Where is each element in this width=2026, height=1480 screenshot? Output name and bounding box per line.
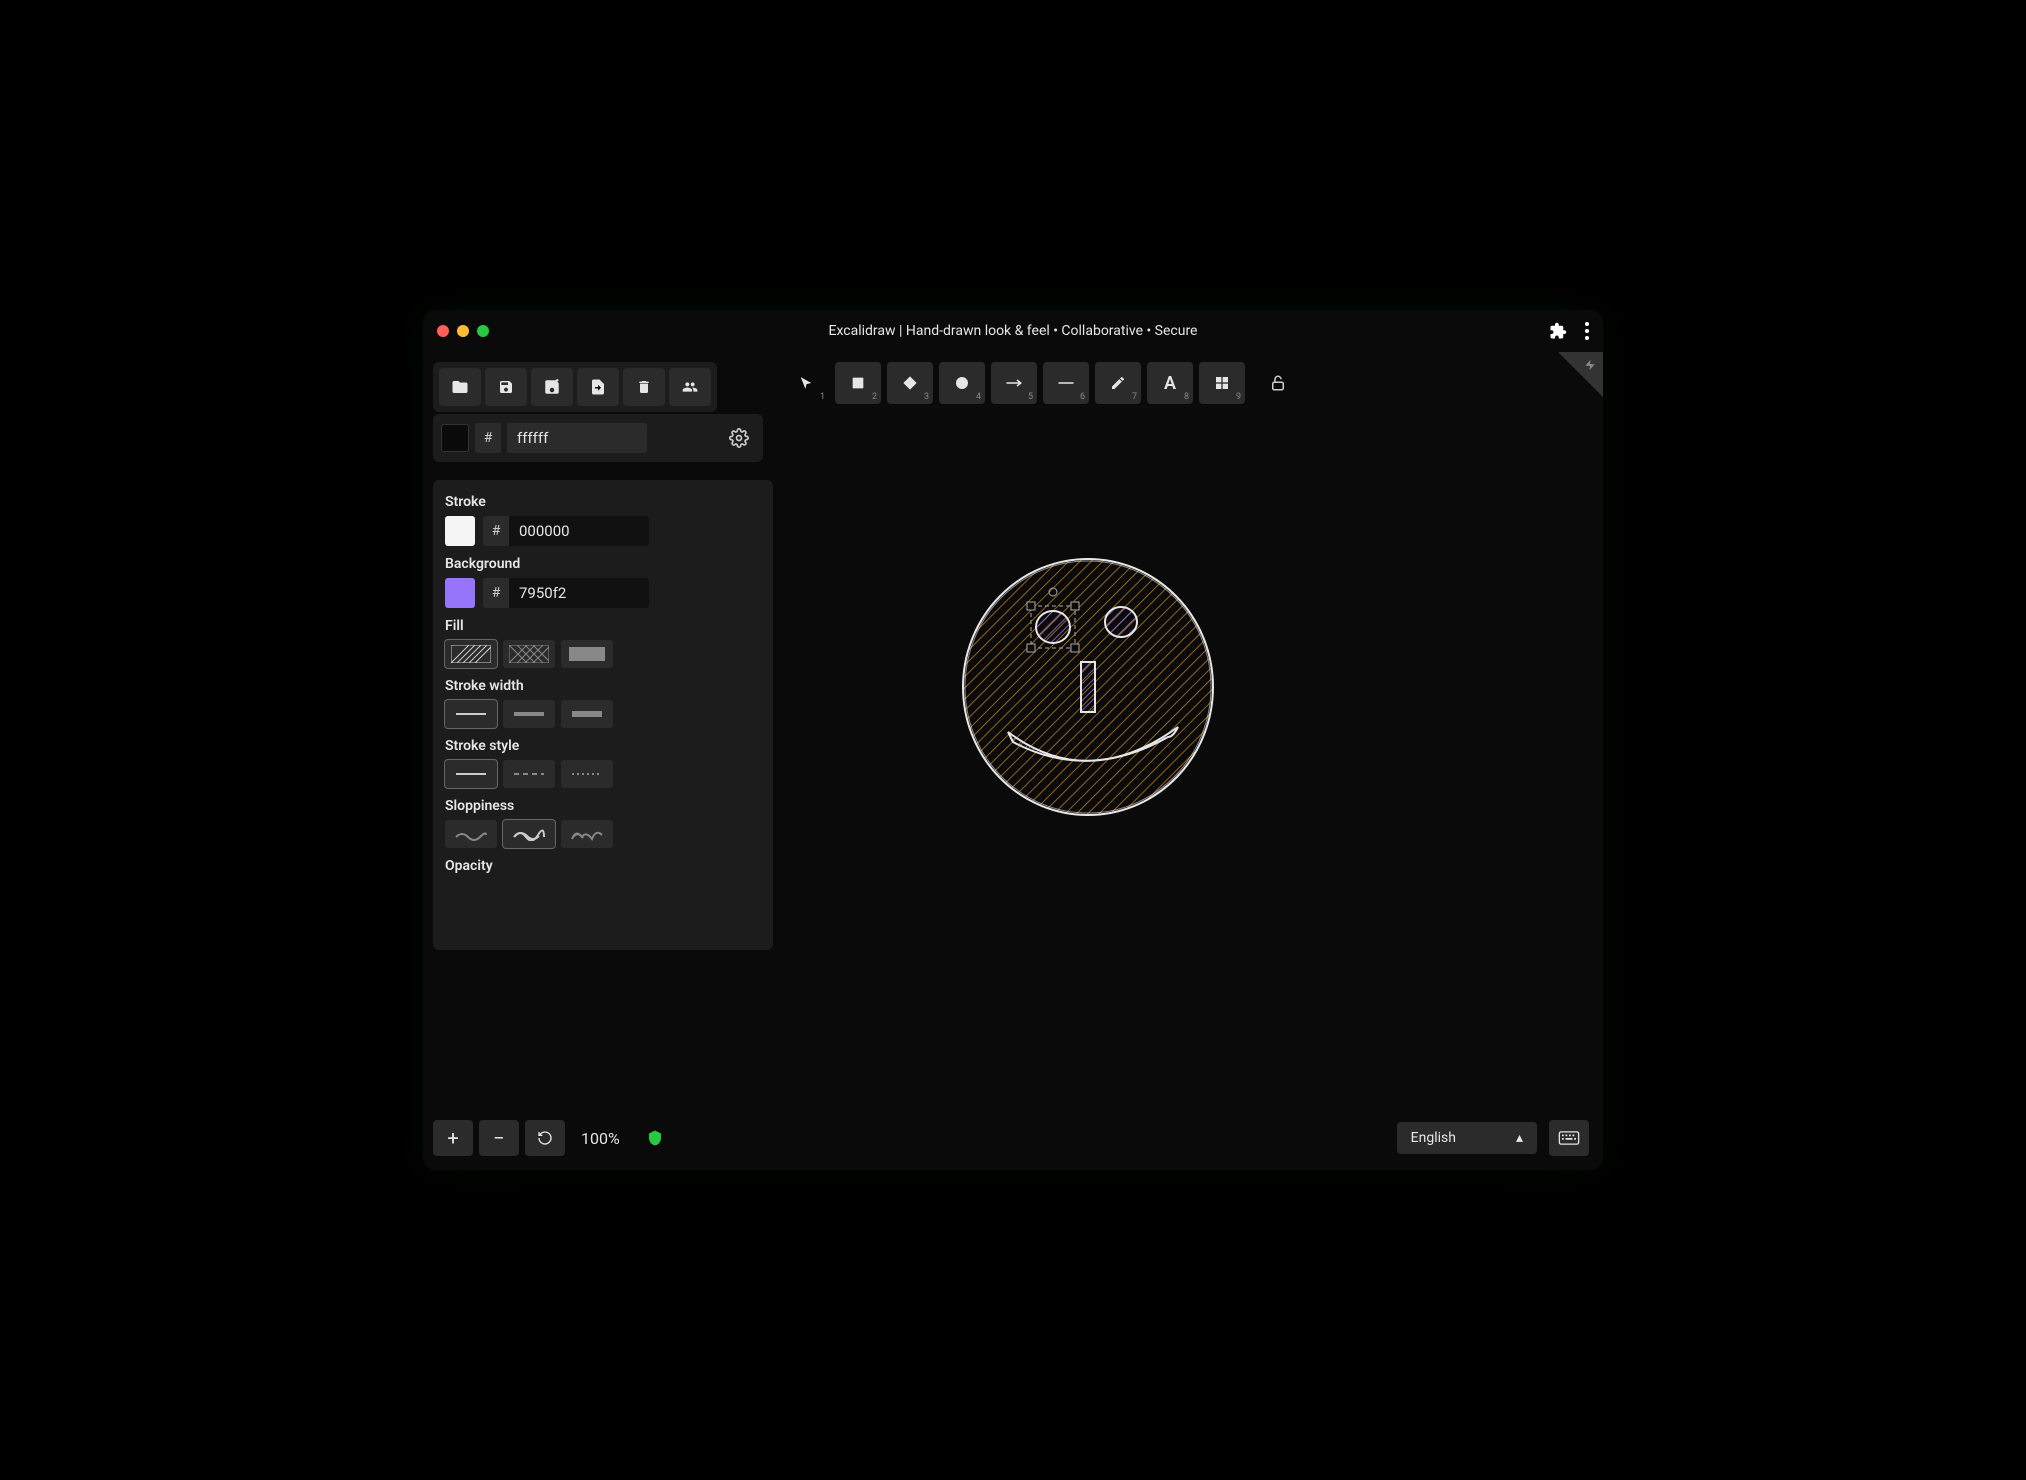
canvas-color-swatch[interactable] [441, 424, 469, 452]
fill-label: Fill [445, 618, 761, 634]
background-label: Background [445, 556, 761, 572]
tool-ellipse[interactable]: 4 [939, 362, 985, 404]
stroke-width-thick-button[interactable] [561, 700, 613, 728]
properties-panel: Stroke # Background # Fill [433, 480, 773, 950]
sloppiness-artist-button[interactable] [503, 820, 555, 848]
stroke-width-thin-button[interactable] [445, 700, 497, 728]
maximize-window-button[interactable] [477, 325, 489, 337]
github-icon [1583, 358, 1597, 372]
open-button[interactable] [439, 368, 481, 406]
keyboard-shortcuts-button[interactable] [1549, 1120, 1589, 1156]
stroke-color-input[interactable] [509, 516, 649, 546]
canvas-color-input[interactable] [507, 423, 647, 453]
tool-arrow[interactable]: 5 [991, 362, 1037, 404]
language-select[interactable]: English ▴ [1397, 1122, 1537, 1154]
export-button[interactable] [577, 368, 619, 406]
language-label: English [1411, 1130, 1456, 1146]
bottom-right-controls: English ▴ [1397, 1120, 1589, 1156]
save-button[interactable] [485, 368, 527, 406]
sloppiness-architect-button[interactable] [445, 820, 497, 848]
opacity-label: Opacity [445, 858, 761, 874]
zoom-reset-button[interactable] [525, 1120, 565, 1156]
collaborate-button[interactable] [669, 368, 711, 406]
stroke-label: Stroke [445, 494, 761, 510]
encryption-shield-icon[interactable] [646, 1128, 664, 1148]
stroke-width-medium-button[interactable] [503, 700, 555, 728]
tool-rectangle[interactable]: 2 [835, 362, 881, 404]
hash-label: # [483, 516, 509, 546]
clear-canvas-button[interactable] [623, 368, 665, 406]
hash-label: # [483, 578, 509, 608]
close-window-button[interactable] [437, 325, 449, 337]
fill-crosshatch-button[interactable] [503, 640, 555, 668]
background-color-swatch[interactable] [445, 578, 475, 608]
tool-select[interactable]: 1 [783, 362, 829, 404]
canvas-background-row: # [433, 414, 763, 462]
zoom-level[interactable]: 100% [571, 1129, 630, 1148]
titlebar: Excalidraw | Hand-drawn look & feel • Co… [423, 310, 1603, 352]
background-color-input[interactable] [509, 578, 649, 608]
tool-line[interactable]: 6 [1043, 362, 1089, 404]
app-window: Excalidraw | Hand-drawn look & feel • Co… [423, 310, 1603, 1170]
browser-menu-button[interactable] [1585, 322, 1589, 340]
stroke-style-dashed-button[interactable] [503, 760, 555, 788]
chevron-up-icon: ▴ [1516, 1130, 1523, 1146]
app-body: # 1 2 3 4 [423, 352, 1603, 1170]
zoom-controls: + − 100% [433, 1120, 664, 1156]
stroke-style-solid-button[interactable] [445, 760, 497, 788]
tool-draw[interactable]: 7 [1095, 362, 1141, 404]
extension-icon[interactable] [1549, 322, 1567, 340]
stroke-color-swatch[interactable] [445, 516, 475, 546]
lock-button[interactable] [1269, 374, 1287, 392]
window-title: Excalidraw | Hand-drawn look & feel • Co… [423, 323, 1603, 339]
settings-button[interactable] [723, 422, 755, 454]
hash-label: # [475, 423, 501, 453]
sloppiness-label: Sloppiness [445, 798, 761, 814]
shape-toolbar: 1 2 3 4 5 6 7 [783, 362, 1287, 404]
tool-diamond[interactable]: 3 [887, 362, 933, 404]
window-controls [437, 325, 489, 337]
fill-hachure-button[interactable] [445, 640, 497, 668]
minimize-window-button[interactable] [457, 325, 469, 337]
canvas-drawing[interactable] [953, 552, 1223, 822]
stroke-style-label: Stroke style [445, 738, 761, 754]
sloppiness-cartoonist-button[interactable] [561, 820, 613, 848]
stroke-style-dotted-button[interactable] [561, 760, 613, 788]
fill-solid-button[interactable] [561, 640, 613, 668]
zoom-in-button[interactable]: + [433, 1120, 473, 1156]
save-as-button[interactable] [531, 368, 573, 406]
tool-library[interactable]: 9 [1199, 362, 1245, 404]
tool-text[interactable]: A 8 [1147, 362, 1193, 404]
file-toolbar [433, 362, 717, 412]
stroke-width-label: Stroke width [445, 678, 761, 694]
zoom-out-button[interactable]: − [479, 1120, 519, 1156]
